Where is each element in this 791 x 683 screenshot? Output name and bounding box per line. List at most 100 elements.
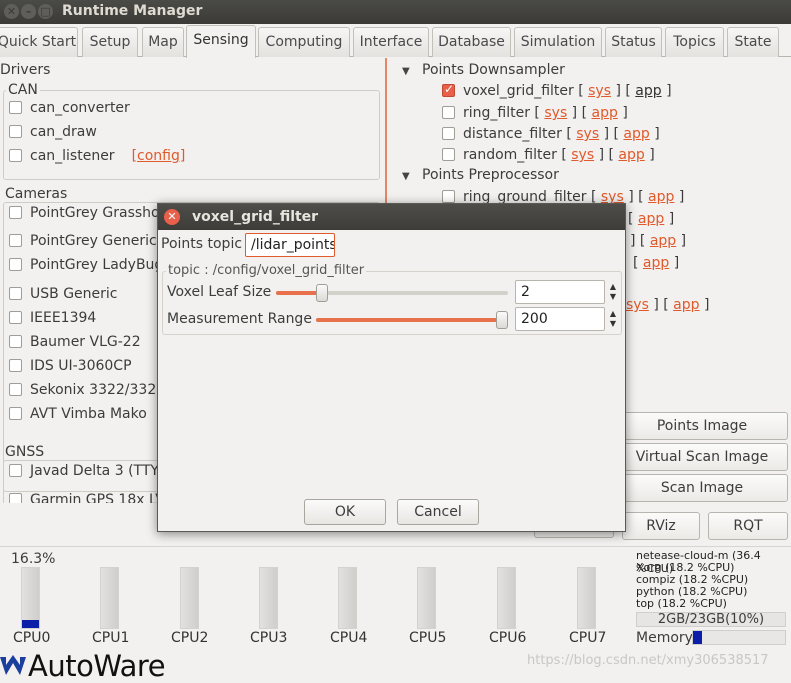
expand-triangle-icon[interactable]: ▼ [402,66,422,77]
slider-handle[interactable] [496,311,508,329]
maximize-window-icon[interactable]: □ [38,4,53,19]
rqt-button[interactable]: RQT [708,512,788,540]
tab-sensing[interactable]: Sensing [186,25,256,58]
scan-image-button[interactable]: Scan Image [616,474,788,502]
tab-setup[interactable]: Setup [82,27,138,57]
measurement-range-spinbox[interactable]: 200 [515,307,605,331]
checkbox[interactable] [9,464,22,477]
checkbox[interactable] [9,407,22,420]
spin-arrows-icon[interactable]: ▲ ▼ [608,309,618,329]
config-link[interactable]: [config] [132,148,186,164]
tab-simulation[interactable]: Simulation [514,27,602,57]
tab-state[interactable]: State [727,27,779,57]
camera-item[interactable]: Baumer VLG-22 [9,334,141,356]
close-window-icon[interactable]: ✕ [4,4,19,19]
expand-triangle-icon[interactable]: ▼ [402,171,422,182]
can-converter-item[interactable]: can_converter [9,100,130,122]
app-link[interactable]: app [635,83,661,99]
app-link[interactable]: app [673,297,699,313]
points-topic-input[interactable]: /lidar_points [245,233,335,257]
checkbox[interactable] [9,359,22,372]
gnss-item[interactable]: Javad Delta 3 (TTY [9,463,159,485]
virtual-scan-image-button[interactable]: Virtual Scan Image [616,443,788,471]
slider-handle[interactable] [316,284,329,302]
gnss-item[interactable]: Garmin GPS 18x LV [9,492,165,503]
item-label: Javad Delta 3 (TTY [30,463,159,479]
ring-filter-item[interactable]: ring_filter [ sys ] [ app ] [442,105,628,127]
sys-link[interactable]: sys [588,83,611,99]
checkbox[interactable] [9,311,22,324]
voxel-leaf-size-slider[interactable] [276,284,508,302]
app-link[interactable]: app [643,255,669,271]
dialog-title: voxel_grid_filter [192,209,319,225]
points-downsampler-header[interactable]: ▼ Points Downsampler [402,62,565,84]
cancel-button[interactable]: Cancel [397,499,479,525]
checkbox[interactable] [9,125,22,138]
camera-item[interactable]: IDS UI-3060CP [9,358,132,380]
sys-link[interactable]: sys [544,105,567,121]
camera-item[interactable]: PointGrey LadyBug [9,257,163,279]
tab-database[interactable]: Database [432,27,511,57]
checkbox[interactable] [9,258,22,271]
camera-item[interactable]: IEEE1394 [9,310,96,332]
checkbox[interactable] [9,335,22,348]
checkbox[interactable] [9,101,22,114]
app-link[interactable]: app [650,233,676,249]
item-label: Sekonix 3322/3323 [30,382,166,398]
logo-text: AutoWare [28,649,166,683]
app-link[interactable]: app [618,147,644,163]
voxel-grid-filter-item[interactable]: voxel_grid_filter [ sys ] [ app ] [442,82,672,105]
sys-link[interactable]: sys [576,126,599,142]
tab-map[interactable]: Map [142,27,184,57]
spin-arrows-icon[interactable]: ▲ ▼ [608,282,618,302]
checkbox[interactable] [442,148,455,161]
checkbox[interactable] [9,234,22,247]
app-link[interactable]: app [648,189,674,205]
points-preprocessor-header[interactable]: ▼ Points Preprocessor [402,167,559,189]
voxel-leaf-size-spinbox[interactable]: 2 [515,280,605,304]
app-link[interactable]: app [592,105,618,121]
camera-item[interactable]: USB Generic [9,286,117,308]
rviz-button[interactable]: RViz [622,512,700,540]
camera-item[interactable]: Sekonix 3322/3323 [9,382,165,404]
camera-item[interactable]: AVT Vimba Mako [9,406,147,428]
checkbox[interactable] [9,287,22,300]
checkbox[interactable] [442,127,455,140]
checkbox[interactable] [9,383,22,396]
item-label: PointGrey Generic [30,233,157,249]
item-label: IDS UI-3060CP [30,358,132,374]
close-icon[interactable]: ✕ [164,209,180,225]
tab-interface[interactable]: Interface [353,27,429,57]
checkbox[interactable] [9,493,22,503]
checkbox[interactable] [442,82,455,97]
measurement-range-slider[interactable] [316,311,508,329]
cpu-label: CPU0 [13,630,51,646]
can-listener-item[interactable]: can_listener [config] [9,148,185,170]
app-link[interactable]: app [623,126,649,142]
random-filter-item[interactable]: random_filter [ sys ] [ app ] [442,147,655,169]
cpu-bar [577,567,596,629]
sys-link[interactable]: sys [571,147,594,163]
checkbox[interactable] [9,206,22,219]
tab-computing[interactable]: Computing [258,27,350,57]
window-title: Runtime Manager [62,3,203,19]
tab-topics[interactable]: Topics [665,27,724,57]
item-label: voxel_grid_filter [463,83,574,99]
can-draw-item[interactable]: can_draw [9,124,97,146]
memory-text: 2GB/23GB(10%) [636,612,786,627]
camera-item[interactable]: PointGrey Grassho [9,205,160,227]
cpu-bar [259,567,278,629]
checkbox[interactable] [9,149,22,162]
ok-button[interactable]: OK [304,499,386,525]
minimize-window-icon[interactable]: – [21,4,36,19]
distance-filter-item[interactable]: distance_filter [ sys ] [ app ] [442,126,660,148]
sys-link[interactable]: sys [626,297,649,313]
tab-status[interactable]: Status [605,27,662,57]
checkbox[interactable] [442,106,455,119]
app-link[interactable]: app [638,211,664,227]
tab-quick-start[interactable]: Quick Start [0,27,78,57]
camera-item[interactable]: PointGrey Generic [9,233,157,255]
cpu-bar [338,567,357,629]
points-image-button[interactable]: Points Image [616,412,788,440]
checkbox[interactable] [442,190,455,203]
